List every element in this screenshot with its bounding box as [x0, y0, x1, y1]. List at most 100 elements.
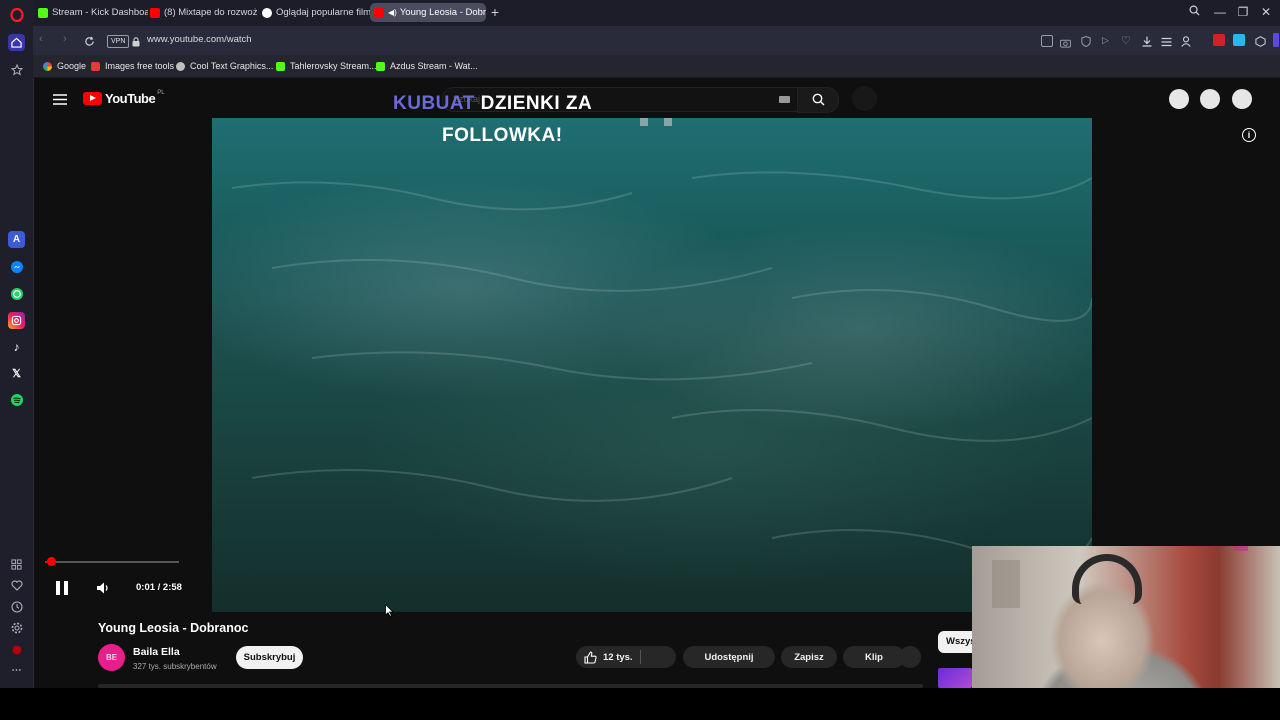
create-button[interactable] — [1169, 89, 1189, 109]
settings-gear-icon[interactable] — [8, 619, 25, 636]
channel-avatar[interactable]: BE — [98, 644, 125, 671]
tiktok-icon[interactable]: ♪ — [8, 338, 25, 355]
extensions-cube-icon[interactable] — [1255, 34, 1266, 52]
tiktok-icon — [262, 7, 272, 18]
tab-label: Oglądaj popularne filmy — [276, 7, 370, 18]
forward-arrow-icon[interactable]: › — [63, 33, 77, 47]
new-tab-button[interactable]: + — [488, 4, 502, 20]
subscriber-count: 327 tys. subskrybentów — [133, 662, 217, 671]
alert-text: DZIENKI ZA — [480, 93, 593, 114]
easy-setup-icon[interactable] — [1161, 34, 1172, 52]
back-arrow-icon[interactable]: ‹ — [39, 33, 53, 47]
channel-name[interactable]: Baila Ella — [133, 646, 180, 658]
tab-young-leosia[interactable]: ◀) Young Leosia - Dobranoc — [370, 3, 486, 22]
keyboard-icon[interactable] — [779, 96, 790, 103]
search-button[interactable] — [797, 87, 839, 113]
lock-icon[interactable] — [132, 34, 140, 52]
profile-icon[interactable] — [1181, 34, 1191, 52]
play-icon[interactable]: ▷ — [1102, 35, 1109, 46]
tab-mixtape[interactable]: (8) Mixtape do rozwożenia — [146, 3, 258, 22]
tab-kick-dashboard[interactable]: Stream - Kick Dashboard — [34, 3, 148, 22]
bookmark-label: Cool Text Graphics... — [190, 61, 274, 71]
bookmark-azdus[interactable]: Azdus Stream - Wat... — [376, 58, 478, 74]
close-window-icon[interactable]: ✕ — [1259, 5, 1273, 19]
youtube-logo[interactable]: YouTube PL — [83, 90, 165, 106]
embed-icon — [640, 118, 648, 126]
bookmark-heart-icon[interactable]: ♡ — [1121, 34, 1131, 47]
bookmark-google[interactable]: Google — [43, 58, 86, 74]
mouse-cursor-icon — [385, 603, 394, 622]
address-bar: ‹ › VPN www.youtube.com/watch ▷ ♡ — [33, 26, 1280, 55]
clip-button[interactable]: Klip — [843, 646, 905, 668]
tab-tiktok[interactable]: Oglądaj popularne filmy — [258, 3, 370, 22]
scrubber-handle[interactable] — [47, 557, 56, 566]
voice-search-button[interactable] — [852, 86, 877, 111]
bottom-strip — [0, 688, 1280, 720]
reload-icon[interactable] — [84, 34, 95, 52]
more-actions-button[interactable] — [899, 646, 921, 668]
like-dislike-group[interactable]: 12 tys. — [576, 646, 676, 668]
cooltext-icon — [176, 61, 185, 71]
spotify-icon[interactable] — [8, 391, 25, 408]
like-divider — [640, 650, 641, 664]
youtube-icon — [374, 7, 384, 18]
bookmarks-bar: Google Images free tools Cool Text Graph… — [33, 55, 1280, 78]
restore-icon[interactable]: ❐ — [1236, 5, 1250, 19]
notifications-button[interactable] — [1200, 89, 1220, 109]
bookmark-label: Tahlerovsky Stream... — [290, 61, 377, 71]
heart-icon[interactable] — [8, 577, 25, 594]
whatsapp-icon[interactable] — [8, 285, 25, 302]
minimize-icon[interactable]: — — [1213, 5, 1227, 19]
workspaces-icon[interactable] — [8, 556, 25, 573]
shield-icon[interactable] — [1081, 34, 1091, 52]
recommended-thumbnail[interactable] — [938, 668, 972, 688]
video-frame[interactable] — [212, 118, 1092, 612]
opera-logo-icon[interactable] — [8, 6, 25, 23]
aria-ai-icon[interactable]: A — [8, 231, 25, 248]
account-avatar[interactable] — [1232, 89, 1252, 109]
bookmark-label: Azdus Stream - Wat... — [390, 61, 478, 71]
download-icon[interactable] — [1142, 34, 1152, 52]
x-twitter-icon[interactable]: 𝕏 — [8, 365, 25, 382]
info-icon[interactable]: i — [1242, 128, 1256, 142]
save-button[interactable]: Zapisz — [781, 646, 837, 668]
camera-icon[interactable] — [1060, 35, 1071, 53]
bookmark-images-free-tools[interactable]: Images free tools — [91, 58, 174, 74]
follow-alert-line1: KUBUAT DZIENKI ZA — [393, 93, 592, 115]
follower-username: KUBUAT — [393, 93, 475, 114]
url-text[interactable]: www.youtube.com/watch — [147, 34, 252, 45]
progress-bar[interactable] — [45, 557, 179, 566]
browser-sidebar: A ♪ 𝕏 ⋯ — [0, 0, 34, 720]
tab-label: Stream - Kick Dashboard — [52, 7, 148, 18]
ublock-icon[interactable] — [8, 641, 25, 658]
hamburger-menu-icon[interactable] — [53, 92, 67, 110]
wall-poster — [992, 560, 1020, 608]
snapshot-edit-icon[interactable] — [1041, 35, 1053, 47]
bookmark-cool-text[interactable]: Cool Text Graphics... — [176, 58, 273, 74]
extension-7tv-icon[interactable] — [1233, 34, 1245, 46]
thumbs-up-icon — [584, 650, 597, 664]
video-title: Young Leosia - Dobranoc — [98, 621, 249, 635]
bookmark-label: Images free tools — [105, 61, 175, 71]
bookmark-tahlerovsky[interactable]: Tahlerovsky Stream... — [276, 58, 377, 74]
speed-dial-star-icon[interactable] — [8, 61, 25, 78]
youtube-logo-text: YouTube — [105, 91, 156, 106]
youtube-play-logo-icon — [83, 92, 102, 105]
more-options-icon[interactable]: ⋯ — [8, 662, 25, 679]
share-button[interactable]: Udostępnij — [683, 646, 775, 668]
instagram-icon[interactable] — [8, 312, 25, 329]
water-texture — [231, 171, 1092, 562]
channel-avatar-text: BE — [105, 653, 118, 662]
home-icon[interactable] — [8, 34, 25, 51]
extension-red-icon[interactable] — [1213, 34, 1225, 46]
vpn-badge[interactable]: VPN — [107, 35, 130, 48]
messenger-icon[interactable] — [8, 258, 25, 275]
follow-alert-line2: FOLLOWKA! — [442, 125, 563, 146]
time-display: 0:01 / 2:58 — [136, 582, 182, 593]
subscribe-button[interactable]: Subskrybuj — [236, 646, 303, 669]
pause-icon[interactable] — [55, 580, 69, 601]
tab-search-icon[interactable] — [1187, 5, 1201, 19]
volume-icon[interactable] — [96, 581, 110, 600]
sidebar-toggle-icon[interactable] — [1273, 33, 1279, 47]
history-clock-icon[interactable] — [8, 598, 25, 615]
